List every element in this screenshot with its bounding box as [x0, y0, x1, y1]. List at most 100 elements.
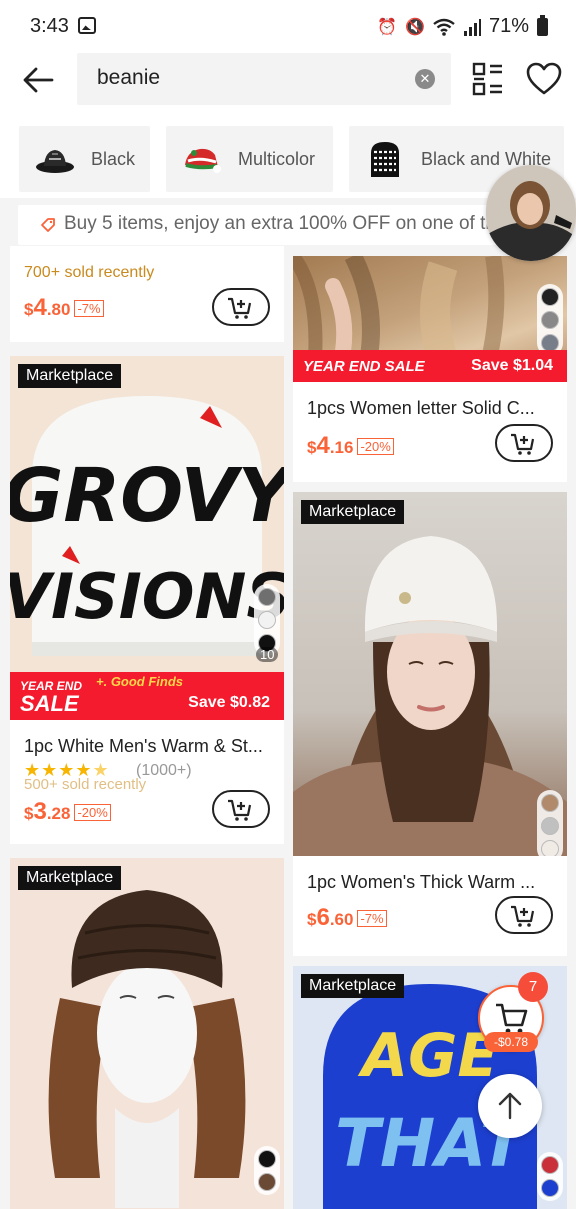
product-image[interactable]: GROVY VISIONS 10: [10, 356, 284, 720]
good-finds-label: +. Good Finds: [96, 674, 184, 689]
add-to-cart-button[interactable]: [212, 288, 270, 326]
status-time: 3:43: [30, 15, 69, 37]
product-title: 1pcs Women letter Solid C...: [307, 398, 535, 418]
price-dec: .28: [46, 804, 71, 823]
price-int: 6: [316, 904, 330, 931]
swatch-brown[interactable]: [258, 1173, 276, 1191]
battery-percent: 71%: [488, 15, 529, 37]
price-dec: .60: [329, 910, 354, 929]
color-swatches[interactable]: [537, 284, 563, 356]
product-card-3[interactable]: GROVY VISIONS 10 YEAR END SALE +. Good F…: [10, 356, 284, 844]
chip-black[interactable]: Black: [19, 126, 150, 192]
product-card-2[interactable]: YEAR END SALE Save $1.04 1pcs Women lett…: [293, 256, 567, 482]
product-image[interactable]: [10, 858, 284, 1209]
color-swatches[interactable]: [254, 1146, 280, 1195]
multicolor-hat-thumb: [182, 139, 222, 179]
mute-icon: 🔇: [405, 18, 425, 36]
grid-layout-icon[interactable]: [472, 62, 504, 96]
back-to-top-button[interactable]: [478, 1074, 542, 1138]
sold-recently: 700+ sold recently: [24, 264, 155, 281]
color-filter-chips: Black Multicolor Black and White: [0, 124, 576, 198]
wifi-icon: [433, 18, 455, 36]
product-title: 1pc White Men's Warm & St...: [24, 736, 263, 756]
swatch-gray[interactable]: [541, 311, 559, 329]
price-dec: .80: [46, 300, 71, 319]
sale-label-sale: SALE: [20, 691, 79, 716]
live-stream-avatar[interactable]: [486, 165, 576, 261]
product-card-4[interactable]: 1pc Women's Thick Warm ... $6.60 -7% Mark…: [293, 492, 567, 956]
product-price: $4.80 -7%: [24, 294, 104, 322]
price-int: 4: [33, 294, 47, 321]
gallery-notification-icon: [78, 17, 96, 34]
price-int: 4: [316, 432, 330, 459]
price-dec: .16: [329, 438, 354, 457]
swatch-brown[interactable]: [541, 794, 559, 812]
add-to-cart-button[interactable]: [495, 896, 553, 934]
model-photo: [293, 536, 567, 856]
discount-badge: -20%: [74, 804, 111, 821]
product-price: $4.16 -20%: [307, 432, 394, 460]
add-to-cart-button[interactable]: [495, 424, 553, 462]
black-white-hat-thumb: [365, 139, 405, 179]
add-to-cart-button[interactable]: [212, 790, 270, 828]
sold-recently: 500+ sold recently: [24, 776, 147, 793]
swatch-gray[interactable]: [258, 588, 276, 606]
swatch-black[interactable]: [258, 1150, 276, 1168]
add-cart-icon: [228, 799, 252, 821]
arrow-up-icon: [498, 1092, 522, 1120]
save-amount: Save $0.82: [188, 694, 270, 711]
swatch-blue[interactable]: [541, 1179, 559, 1197]
alarm-icon: ⏰: [377, 18, 398, 36]
streamer-photo: [486, 165, 576, 261]
year-end-sale-bar: YEAR END SALE +. Good Finds Save $0.82: [10, 672, 284, 720]
status-bar: 3:43 ⏰ 🔇 71%: [0, 0, 576, 52]
add-cart-icon: [228, 297, 252, 319]
add-cart-icon: [511, 905, 535, 927]
battery-icon: [537, 14, 548, 36]
search-query: beanie: [97, 66, 161, 89]
swatch-white[interactable]: [258, 611, 276, 629]
discount-badge: -7%: [74, 300, 104, 317]
signal-icon: [463, 18, 481, 36]
black-bucket-hat-thumb: [35, 139, 75, 179]
product-card-1[interactable]: 700+ sold recently $4.80 -7%: [10, 246, 284, 342]
chip-multicolor[interactable]: Multicolor: [166, 126, 333, 192]
discount-badge: -20%: [357, 438, 394, 455]
color-swatches[interactable]: [537, 1152, 563, 1201]
add-cart-icon: [511, 433, 535, 455]
product-card-5[interactable]: Marketplace: [10, 858, 284, 1209]
color-swatches[interactable]: [254, 584, 280, 656]
product-title: 1pc Women's Thick Warm ...: [307, 872, 536, 892]
swatch-black[interactable]: [541, 288, 559, 306]
wishlist-heart-icon[interactable]: [526, 62, 562, 96]
back-arrow-icon[interactable]: [20, 62, 56, 98]
product-image[interactable]: [293, 492, 567, 856]
promo-banner[interactable]: Buy 5 items, enjoy an extra 100% OFF on …: [18, 205, 564, 245]
promo-text: Buy 5 items, enjoy an extra 100% OFF on …: [64, 213, 496, 234]
cart-savings-badge: -$0.78: [484, 1032, 538, 1052]
mannequin-photo: [48, 890, 246, 1208]
image-text-visions: VISIONS: [10, 560, 284, 633]
image-text-grovy: GROVY: [10, 453, 284, 539]
product-price: $3.28 -20%: [24, 798, 111, 826]
chip-label-black: Black: [91, 148, 136, 169]
tag-icon: [41, 218, 55, 232]
beanie-photo: GROVY VISIONS: [10, 396, 284, 656]
price-int: 3: [33, 798, 47, 825]
clear-search-icon[interactable]: ✕: [415, 69, 435, 89]
search-input[interactable]: beanie ✕: [77, 53, 451, 105]
marketplace-badge: Marketplace: [301, 974, 405, 998]
marketplace-badge: Marketplace: [18, 364, 122, 388]
color-swatches[interactable]: [537, 790, 563, 856]
swatch-silver[interactable]: [541, 817, 559, 835]
swatch-red[interactable]: [541, 1156, 559, 1174]
swatch-cream[interactable]: [541, 840, 559, 856]
marketplace-badge: Marketplace: [301, 500, 405, 524]
cart-count-badge: 7: [518, 972, 548, 1002]
sale-label: YEAR END SALE: [303, 358, 425, 375]
search-header: beanie ✕: [0, 52, 576, 124]
chip-label-multicolor: Multicolor: [238, 148, 316, 169]
color-count: 10: [256, 647, 279, 662]
discount-badge: -7%: [357, 910, 387, 927]
year-end-sale-bar: YEAR END SALE Save $1.04: [293, 350, 567, 382]
